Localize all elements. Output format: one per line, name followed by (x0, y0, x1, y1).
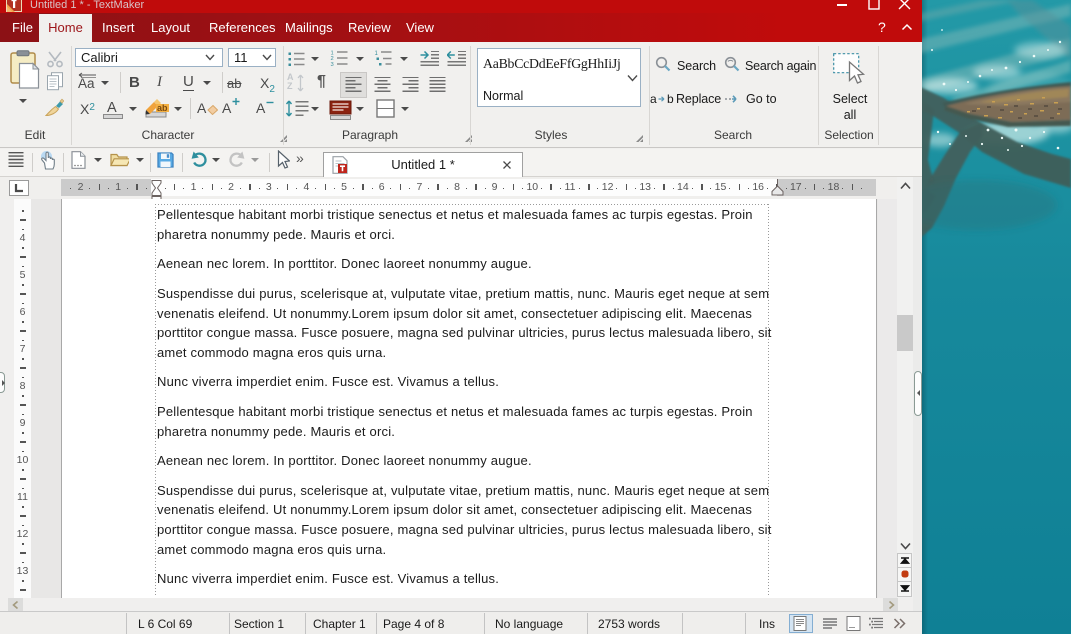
svg-text:1: 1 (375, 51, 379, 57)
svg-text:3: 3 (331, 62, 334, 66)
svg-text:ab: ab (157, 103, 168, 113)
